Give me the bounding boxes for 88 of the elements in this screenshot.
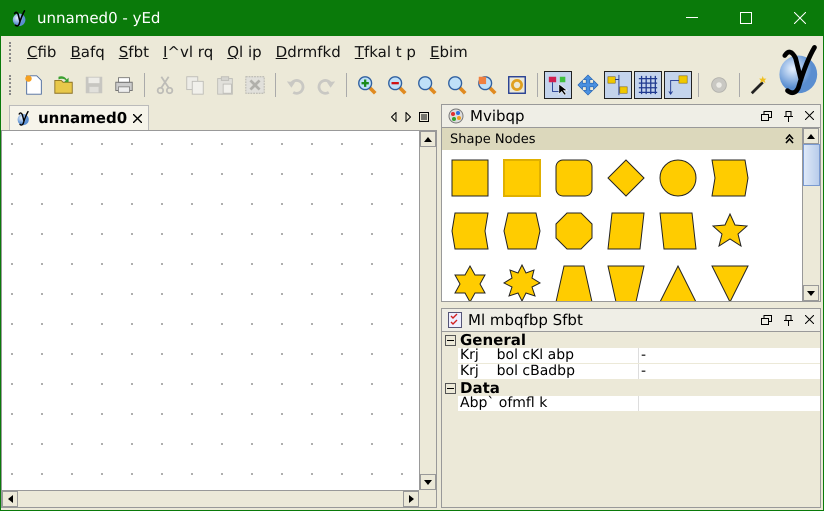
ellipse-shape[interactable]	[658, 158, 698, 198]
scroll-thumb[interactable]	[803, 144, 820, 186]
property-name: Abp` ofmfl k	[459, 396, 548, 411]
menu-item[interactable]: I^vl rq	[158, 41, 218, 63]
menu-item[interactable]: Ebim	[424, 41, 473, 63]
property-value[interactable]: -	[638, 364, 820, 379]
property-value[interactable]: -	[638, 348, 820, 363]
up-arrow-icon[interactable]	[807, 134, 815, 138]
restore-icon[interactable]	[761, 314, 772, 324]
toolbar-button[interactable]	[634, 71, 662, 99]
down-arrow-icon[interactable]	[424, 480, 432, 484]
section-header[interactable]: Shape Nodes	[442, 128, 802, 150]
new-document-icon	[23, 74, 45, 96]
snap-icon	[607, 74, 629, 96]
checklist-icon	[448, 312, 462, 328]
orthogonal-edge-icon	[667, 74, 689, 96]
delete-icon	[244, 74, 266, 96]
arrow-left-shape[interactable]	[450, 211, 490, 252]
left-arrow-icon[interactable]	[391, 112, 397, 122]
roundrect-shape[interactable]	[554, 158, 594, 198]
rect-shape[interactable]	[450, 158, 490, 198]
magnifier-icon	[416, 74, 438, 96]
close-icon[interactable]	[133, 114, 142, 122]
vertical-scrollbar[interactable]	[419, 131, 436, 490]
menu-item[interactable]: Ddrmfkd	[270, 41, 346, 63]
folder-icon	[53, 74, 75, 96]
arrow-right-shape[interactable]	[710, 158, 750, 198]
menu-item[interactable]: Cfib	[22, 41, 62, 63]
copy-icon	[184, 74, 206, 96]
pin-icon[interactable]	[784, 110, 793, 122]
toolbar-button[interactable]	[544, 71, 572, 99]
triangle2-shape[interactable]	[710, 264, 750, 301]
palette-icon	[448, 108, 464, 124]
tab-label: unnamed0	[38, 109, 128, 127]
printer-icon	[113, 74, 135, 96]
zoom-area-icon	[476, 74, 498, 96]
fit-page-icon	[506, 74, 528, 96]
minimize-icon	[686, 17, 698, 19]
magnifier-icon	[446, 74, 468, 96]
trapezoid2-shape[interactable]	[606, 264, 646, 301]
pointer-icon	[547, 74, 569, 96]
menu-item[interactable]: Tfkal t p	[350, 41, 421, 63]
parallelogram2-shape[interactable]	[658, 211, 698, 252]
pin-icon[interactable]	[784, 314, 793, 326]
panel-title: Ml mbqfbp Sfbt	[468, 311, 584, 329]
menu-item[interactable]: Ql ip	[222, 41, 267, 63]
scissors-icon	[154, 74, 176, 96]
toolbar-button[interactable]	[664, 71, 692, 99]
menu-item[interactable]: Sfbt	[114, 41, 154, 63]
collapse-icon[interactable]	[785, 134, 794, 144]
document-tab[interactable]: unnamed0	[9, 105, 150, 130]
parallelogram-shape[interactable]	[606, 211, 646, 252]
up-arrow-icon[interactable]	[424, 136, 432, 142]
list-icon[interactable]	[419, 112, 429, 122]
star8-shape[interactable]	[502, 264, 542, 301]
move-icon	[577, 74, 599, 96]
restore-icon[interactable]	[761, 110, 772, 120]
octagon-shape[interactable]	[554, 211, 594, 252]
diamond-shape[interactable]	[606, 158, 646, 198]
close-icon	[794, 12, 806, 24]
maximize-icon	[740, 12, 752, 24]
window-title: unnamed0 - yEd	[37, 9, 162, 27]
right-arrow-icon[interactable]	[408, 495, 414, 503]
close-icon[interactable]	[805, 314, 814, 324]
section-title: Data	[460, 379, 500, 397]
trapezoid-shape[interactable]	[554, 264, 594, 301]
toolbar-button[interactable]	[604, 71, 632, 99]
left-arrow-icon[interactable]	[8, 495, 12, 503]
hexagon-shape[interactable]	[502, 211, 542, 252]
zoom-in-icon	[356, 74, 378, 96]
section-title: Shape Nodes	[450, 132, 536, 147]
vertical-scrollbar[interactable]	[802, 128, 820, 301]
horizontal-scrollbar[interactable]	[2, 490, 419, 507]
panel-title: Mvibqp	[470, 107, 526, 125]
right-arrow-icon[interactable]	[405, 112, 411, 122]
menu-item[interactable]: Bafq	[65, 41, 110, 63]
section-title: General	[460, 331, 526, 349]
triangle-shape[interactable]	[658, 264, 698, 301]
close-icon[interactable]	[805, 110, 814, 120]
collapse-icon[interactable]	[445, 334, 456, 346]
down-arrow-icon[interactable]	[807, 290, 815, 296]
collapse-icon[interactable]	[445, 382, 456, 394]
yed-logo-icon	[16, 110, 32, 126]
zoom-out-icon	[386, 74, 408, 96]
grid-icon	[637, 74, 659, 96]
property-name: Krj bol cKl abp	[459, 348, 575, 363]
clipboard-icon	[214, 74, 236, 96]
property-name: Krj bol cBadbp	[459, 364, 576, 379]
